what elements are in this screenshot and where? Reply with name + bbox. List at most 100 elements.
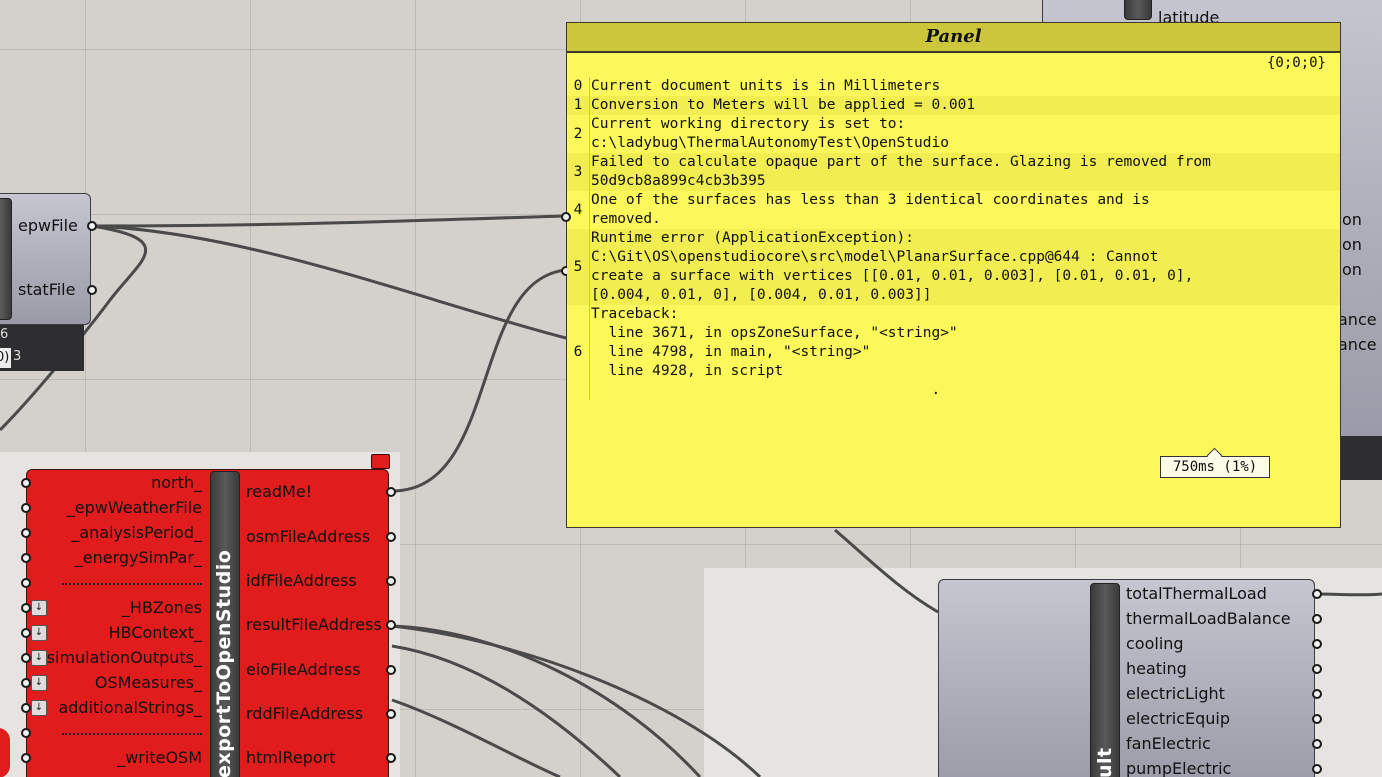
wire (391, 644, 622, 777)
wire (391, 268, 567, 493)
error-indicator (0, 728, 10, 777)
input-analysisPeriod: _analysisPeriod_ (71, 523, 202, 542)
input-epwWeatherFile: _epwWeatherFile (66, 498, 202, 517)
output-grip[interactable] (87, 221, 97, 231)
flatten-icon[interactable]: ↓ (31, 700, 47, 716)
import-epw-component[interactable] (0, 193, 91, 325)
output-electricLight: electricLight (1126, 684, 1225, 703)
input-grip[interactable] (21, 678, 31, 688)
wire (91, 214, 567, 228)
line-text: One of the surfaces has less than 3 iden… (591, 192, 1150, 227)
input-grip[interactable] (21, 603, 31, 613)
output-grip[interactable] (386, 753, 396, 763)
output-electricEquip: electricEquip (1126, 709, 1231, 728)
output-grip[interactable] (386, 620, 396, 630)
output-grip[interactable] (1312, 764, 1322, 774)
input-grip[interactable] (21, 628, 31, 638)
output-grip[interactable] (87, 285, 97, 295)
wire (391, 624, 702, 777)
footer-text: 6 (0, 327, 9, 342)
input-grip[interactable] (21, 503, 31, 513)
output-htmlReport: htmlReport (246, 748, 336, 767)
wire (1317, 592, 1382, 597)
footer-chip: 0) (0, 348, 11, 368)
panel-line: 4 One of the surfaces has less than 3 ide… (567, 191, 1340, 229)
component-title: exportToOpenStudio (213, 549, 235, 777)
output-grip[interactable] (1312, 689, 1322, 699)
line-text: Current document units is in Millimeters (591, 78, 941, 94)
separator (62, 583, 202, 585)
input-grip[interactable] (21, 703, 31, 713)
output-cooling: cooling (1126, 634, 1184, 653)
line-text: Failed to calculate opaque part of the s… (591, 154, 1211, 189)
wire (391, 624, 762, 777)
line-index: 5 (567, 229, 590, 305)
profiler-timer-tooltip: 750ms (1%) (1160, 456, 1270, 478)
flatten-icon[interactable]: ↓ (31, 675, 47, 691)
output-grip[interactable] (1312, 664, 1322, 674)
output-grip[interactable] (386, 576, 396, 586)
line-index: 4 (567, 191, 590, 229)
input-additionalStrings: additionalStrings_ (58, 698, 202, 717)
line-index: 6 (567, 305, 590, 400)
partial-output-4: ance (1338, 310, 1377, 329)
input-grip[interactable] (21, 528, 31, 538)
wire (391, 698, 561, 777)
output-pumpElectric: pumpElectric (1126, 759, 1232, 777)
flatten-icon[interactable]: ↓ (31, 600, 47, 616)
input-grip[interactable] (21, 653, 31, 663)
input-energySimPar: _energySimPar_ (74, 548, 202, 567)
warning-bubble[interactable] (371, 454, 390, 469)
text-panel[interactable]: Panel {0;0;0} 0 Current document units is… (561, 22, 1341, 528)
line-index: 2 (567, 115, 590, 153)
input-simulationOutputs: simulationOutputs_ (46, 648, 202, 667)
output-fanElectric: fanElectric (1126, 734, 1211, 753)
flatten-icon[interactable]: ↓ (31, 650, 47, 666)
input-grip[interactable] (21, 753, 31, 763)
panel-line: 1 Conversion to Meters will be applied = … (567, 96, 1340, 115)
input-grip[interactable] (21, 578, 31, 588)
output-grip[interactable] (1312, 614, 1322, 624)
line-index: 1 (567, 96, 590, 115)
output-statFile: statFile (18, 280, 76, 299)
panel-line: 0 Current document units is in Millimeter… (567, 77, 1340, 96)
partial-output-2: on (1342, 235, 1362, 254)
output-readMe: readMe! (246, 482, 313, 501)
input-OSMeasures: OSMeasures_ (94, 673, 202, 692)
output-epwFile: epwFile (18, 216, 78, 235)
input-grip[interactable] (21, 728, 31, 738)
input-HBContext: HBContext_ (108, 623, 202, 642)
footer-text: 3 (13, 349, 22, 364)
line-text: Conversion to Meters will be applied = 0… (591, 97, 976, 113)
input-writeOSM: _writeOSM (117, 748, 202, 767)
line-index: 3 (567, 153, 590, 191)
component-title-fragment: ult (1094, 747, 1116, 777)
component-strip (1124, 0, 1152, 20)
input-grip[interactable] (21, 478, 31, 488)
output-grip[interactable] (1312, 589, 1322, 599)
output-grip[interactable] (386, 532, 396, 542)
output-grip[interactable] (1312, 739, 1322, 749)
line-text: Current working directory is set to: c:\… (591, 116, 949, 151)
output-resultFileAddress: resultFileAddress (246, 615, 382, 634)
panel-line: 3 Failed to calculate opaque part of the … (567, 153, 1340, 191)
output-totalThermalLoad: totalThermalLoad (1126, 584, 1267, 603)
partial-output-1: on (1342, 210, 1362, 229)
output-grip[interactable] (1312, 714, 1322, 724)
output-grip[interactable] (1312, 639, 1322, 649)
panel-line: 6 Traceback: line 3671, in opsZoneSurface… (567, 305, 1340, 400)
line-text: Traceback: line 3671, in opsZoneSurface,… (591, 306, 958, 398)
panel-line: 5 Runtime error (ApplicationException): C… (567, 229, 1340, 305)
panel-line: 2 Current working directory is set to: c:… (567, 115, 1340, 153)
panel-data-path: {0;0;0} (1266, 55, 1326, 71)
wire (834, 528, 939, 614)
input-grip[interactable] (21, 553, 31, 563)
output-grip[interactable] (386, 665, 396, 675)
component-strip (0, 198, 12, 320)
output-grip[interactable] (386, 487, 396, 497)
output-grip[interactable] (386, 709, 396, 719)
flatten-icon[interactable]: ↓ (31, 625, 47, 641)
grasshopper-canvas[interactable]: latitude on on on ance ance epwFile stat… (0, 0, 1382, 777)
partial-output-3: on (1342, 260, 1362, 279)
output-rddFileAddress: rddFileAddress (246, 704, 364, 723)
